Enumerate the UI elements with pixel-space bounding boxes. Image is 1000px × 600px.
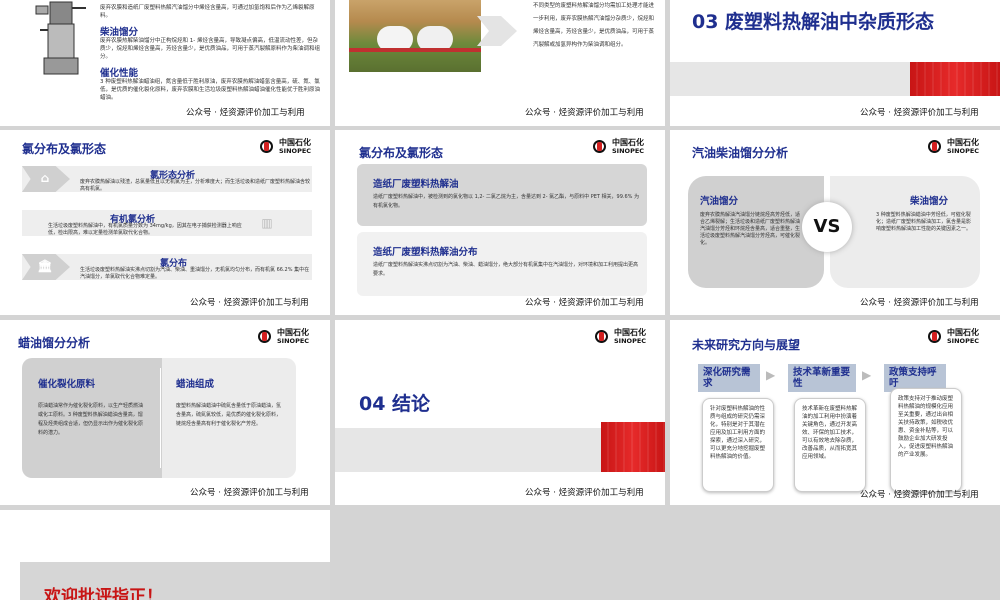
sinopec-mark-icon bbox=[256, 329, 274, 345]
slide-1[interactable]: 废弃农膜和造纸厂废塑料热解汽油馏分中烯烃含量高，可通过加氢饱和后作为乙烯裂解原料… bbox=[0, 0, 330, 126]
sinopec-logo: 中国石化 SINOPEC bbox=[258, 138, 311, 156]
slide7-left-heading: 催化裂化原料 bbox=[38, 379, 96, 390]
tank-photo bbox=[349, 0, 481, 72]
slide1-heading-catalytic: 催化性能 bbox=[100, 68, 139, 79]
sinopec-logo: 中国石化 SINOPEC bbox=[593, 328, 646, 346]
slide4-row-3-text: 生活垃圾废塑料热解油实沸点切割为汽油、柴油、重油馏分，无机氯均匀分布，而有机氯 … bbox=[80, 267, 310, 280]
sinopec-mark-icon bbox=[926, 139, 944, 155]
slide3-gray-band bbox=[670, 62, 910, 96]
slide9-tag-1: 深化研究需求 bbox=[698, 364, 760, 392]
slide-5[interactable]: 氯分布及氯形态 中国石化 SINOPEC 造纸厂废塑料热解油 造纸厂废塑料热解油中… bbox=[335, 130, 665, 315]
slide-8[interactable]: 中国石化 SINOPEC 04 结论 公众号 · 烃资源评价加工与利用 bbox=[335, 320, 665, 505]
slide-7[interactable]: 蜡油馏分分析 中国石化 SINOPEC 催化裂化原料 原油蜡油常作为催化裂化原料，… bbox=[0, 320, 330, 505]
slide9-bubble-1: 针对废塑料热解油的性质与组成的研究仍需深化，特别是对于其潜在应用及加工利用方面的… bbox=[702, 398, 774, 492]
slide3-red-block bbox=[910, 62, 1000, 96]
slide9-title: 未来研究方向与展望 bbox=[692, 338, 801, 352]
slide5-card-1-heading: 造纸厂废塑料热解油 bbox=[373, 179, 459, 190]
slide3-footer: 公众号 · 烃资源评价加工与利用 bbox=[860, 108, 979, 118]
slide-4[interactable]: 氯分布及氯形态 中国石化 SINOPEC ⌂ 氯形态分析 废弃农膜热解油以残渣，总… bbox=[0, 130, 330, 315]
vs-badge: VS bbox=[802, 202, 852, 252]
slide-9[interactable]: 未来研究方向与展望 中国石化 SINOPEC 深化研究需求 ▶ 技术革新重要性 ▶… bbox=[670, 320, 1000, 505]
slide8-red-block bbox=[601, 422, 665, 472]
slide-2[interactable]: 不同类型的废塑料热解油馏分均需加工处理才能进一步利用，废弃农膜热解汽油馏分杂质少… bbox=[335, 0, 665, 126]
sinopec-logo: 中国石化 SINOPEC bbox=[591, 138, 644, 156]
slide-3[interactable]: 03 废塑料热解油中杂质形态 公众号 · 烃资源评价加工与利用 bbox=[670, 0, 1000, 126]
slide5-title: 氯分布及氯形态 bbox=[359, 146, 444, 160]
slide9-tag-2: 技术革新重要性 bbox=[788, 364, 856, 392]
slide4-title: 氯分布及氯形态 bbox=[22, 142, 107, 156]
slide1-heading-diesel: 柴油馏分 bbox=[100, 27, 139, 38]
home-icon: ⌂ bbox=[40, 171, 50, 185]
slide6-left-heading: 汽油馏分 bbox=[700, 196, 739, 207]
bank-icon: 🏛 bbox=[37, 259, 53, 273]
slide6-title: 汽油柴油馏分分析 bbox=[692, 146, 789, 160]
slide2-footer: 公众号 · 烃资源评价加工与利用 bbox=[525, 108, 644, 118]
slide1-text-diesel: 废弃农膜热解柴油馏分中正构烷烃和 1- 烯烃含量高，导致凝点偏高，低温流动性差，… bbox=[100, 38, 321, 60]
sinopec-mark-icon bbox=[258, 139, 276, 155]
slide7-left-text: 原油蜡油常作为催化裂化原料，以生产轻质燃油或化工原料。3 种废塑料热解油蜡油含量… bbox=[38, 403, 144, 436]
slide6-footer: 公众号 · 烃资源评价加工与利用 bbox=[860, 298, 979, 308]
slide2-text: 不同类型的废塑料热解油馏分均需加工处理才能进一步利用，废弃农膜热解汽油馏分杂质少… bbox=[533, 3, 655, 48]
chart-icon: ▥ bbox=[261, 216, 273, 230]
slide5-card-1-text: 造纸厂废塑料热解油中，被检测到的氯化物以 1,2- 二氯乙烷为主，含量达到 2-… bbox=[373, 194, 639, 209]
sinopec-mark-icon bbox=[593, 329, 611, 345]
sinopec-logo: 中国石化 SINOPEC bbox=[926, 138, 979, 156]
slide5-card-2-text: 造纸厂废塑料热解油实沸点切割为汽油、柴油、蜡油馏分，绝大部分有机氯集中在汽油馏分… bbox=[373, 262, 639, 277]
slide7-right-text: 废塑料热解油蜡油中硫氮含量低于原油蜡油，氢含量高，硫氮氯较低，是优质的催化裂化原… bbox=[176, 403, 282, 427]
slide7-footer: 公众号 · 烃资源评价加工与利用 bbox=[190, 488, 309, 498]
slide4-footer: 公众号 · 烃资源评价加工与利用 bbox=[190, 298, 309, 308]
slide10-title: 欢迎批评指正！ bbox=[44, 587, 163, 600]
slide9-bubble-3: 政策支持对于推动废塑料热解油的规模化应用至关重要，通过出台相关扶持政策，如税收优… bbox=[890, 388, 962, 492]
slide1-line1: 废弃农膜和造纸厂废塑料热解汽油馏分中烯烃含量高，可通过加氢饱和后作为乙烯裂解原料… bbox=[100, 5, 315, 19]
empty-area bbox=[335, 510, 1000, 600]
chevron-right-icon: ▶ bbox=[862, 368, 872, 382]
sinopec-mark-icon bbox=[926, 329, 944, 345]
arrow-right-icon bbox=[477, 16, 517, 46]
slide6-right-heading: 柴油馏分 bbox=[910, 196, 949, 207]
slide8-title: 04 结论 bbox=[359, 393, 431, 415]
slide7-right-heading: 蜡油组成 bbox=[176, 379, 215, 390]
slide1-text-catalytic: 3 种废塑料热解油蜡油组，氮含量低于胜利原油，废弃农膜热解油蜡氢含量高，硫、氮、… bbox=[100, 79, 321, 101]
sinopec-logo: 中国石化 SINOPEC bbox=[256, 328, 309, 346]
slide9-footer: 公众号 · 烃资源评价加工与利用 bbox=[860, 490, 979, 500]
slide5-footer: 公众号 · 烃资源评价加工与利用 bbox=[525, 298, 644, 308]
slide5-card-2-heading: 造纸厂废塑料热解油分布 bbox=[373, 247, 478, 258]
slide3-title: 03 废塑料热解油中杂质形态 bbox=[692, 11, 935, 33]
slide6-left-text: 废弃农膜热解油汽油馏分链烷烃高芳烃低，适合乙烯裂解；生活垃圾和造纸厂废塑料热解油… bbox=[700, 212, 801, 246]
sinopec-logo: 中国石化 SINOPEC bbox=[926, 328, 979, 346]
slide-10[interactable]: 欢迎批评指正！ bbox=[0, 510, 330, 600]
slide1-footer: 公众号 · 烃资源评价加工与利用 bbox=[186, 108, 305, 118]
chevron-right-icon: ▶ bbox=[766, 368, 776, 382]
slide-6[interactable]: 汽油柴油馏分分析 中国石化 SINOPEC 汽油馏分 废弃农膜热解油汽油馏分链烷烃… bbox=[670, 130, 1000, 315]
slide8-gray-band bbox=[335, 428, 601, 472]
slide-grid: 废弃农膜和造纸厂废塑料热解汽油馏分中烯烃含量高，可通过加氢饱和后作为乙烯裂解原料… bbox=[0, 0, 1000, 600]
slide7-divider bbox=[160, 368, 161, 468]
reactor-illustration bbox=[35, 1, 86, 75]
slide7-title: 蜡油馏分分析 bbox=[18, 336, 91, 350]
slide6-right-text: 3 种废塑料热解油蜡油中芳烃低，可催化裂化；造纸厂废塑料热解油加工，氯含量是影响… bbox=[876, 212, 972, 232]
slide9-bubble-2: 技术革新在废塑料热解油的加工利用中扮演着关键角色，通过开发高效、环保的加工技术，… bbox=[794, 398, 866, 492]
slide4-row-1-text: 废弃农膜热解油以残渣，总氯量低且以无机氯为主，分析难度大；而生活垃圾和造纸厂废塑… bbox=[80, 179, 311, 192]
slide8-footer: 公众号 · 烃资源评价加工与利用 bbox=[525, 488, 644, 498]
slide4-row-2-text: 生活垃圾废塑料热解油中，有机氯质量分数为 34mg/kg，因其在电子捕获检测器上… bbox=[48, 223, 242, 236]
sinopec-mark-icon bbox=[591, 139, 609, 155]
